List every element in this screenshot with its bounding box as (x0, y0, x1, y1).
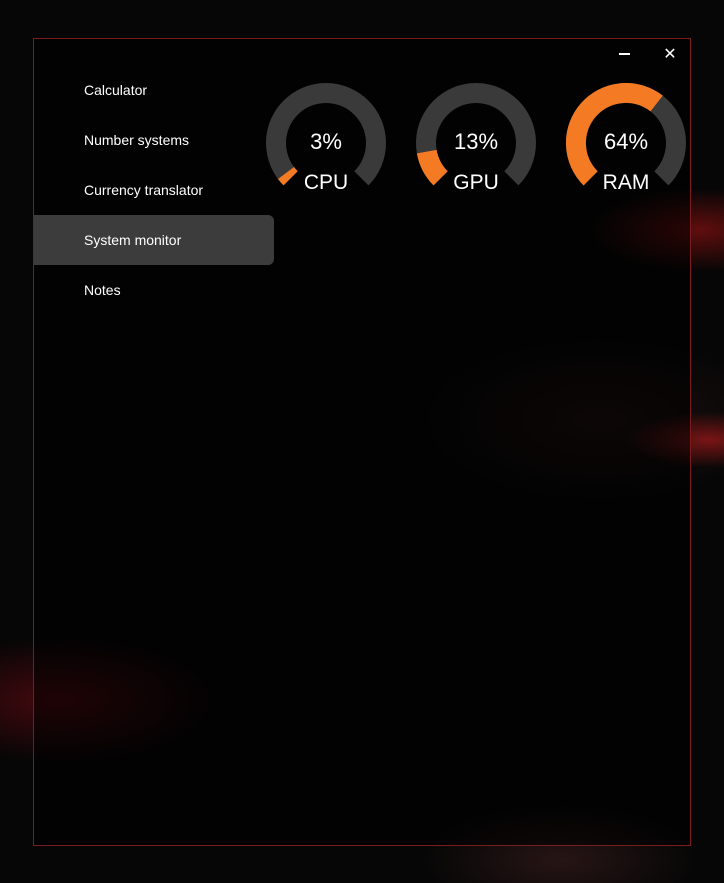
sidebar-item-label: Currency translator (84, 182, 204, 198)
gauge-ram: 64% RAM (564, 83, 688, 201)
close-button[interactable]: ✕ (648, 41, 692, 67)
sidebar-item-label: System monitor (84, 232, 182, 248)
gauge-cpu: 3% CPU (264, 83, 388, 201)
minimize-icon (618, 53, 630, 55)
sidebar-item-label: Notes (84, 282, 121, 298)
gauge-ram-label: RAM (602, 171, 650, 194)
sidebar-item-system-monitor[interactable]: System monitor (34, 215, 274, 265)
system-monitor-gauges: 3% CPU 13% GPU 64% RAM (262, 83, 692, 203)
minimize-button[interactable] (602, 41, 646, 67)
app-window: ✕ Calculator Number systems Currency tra… (33, 38, 691, 846)
sidebar-item-number-systems[interactable]: Number systems (34, 115, 274, 165)
sidebar-item-notes[interactable]: Notes (34, 265, 274, 315)
gauge-cpu-label: CPU (303, 171, 349, 194)
sidebar-nav: Calculator Number systems Currency trans… (34, 65, 274, 315)
gauge-gpu: 13% GPU (414, 83, 538, 201)
gauge-gpu-value: 13% (453, 129, 499, 154)
close-icon: ✕ (663, 46, 677, 63)
sidebar-item-currency-translator[interactable]: Currency translator (34, 165, 274, 215)
gauge-gpu-label: GPU (453, 171, 499, 194)
sidebar-item-label: Calculator (84, 82, 148, 98)
sidebar-item-calculator[interactable]: Calculator (34, 65, 274, 115)
gauge-ram-value: 64% (603, 129, 649, 154)
sidebar-item-label: Number systems (84, 132, 190, 148)
gauge-cpu-value: 3% (310, 129, 342, 154)
